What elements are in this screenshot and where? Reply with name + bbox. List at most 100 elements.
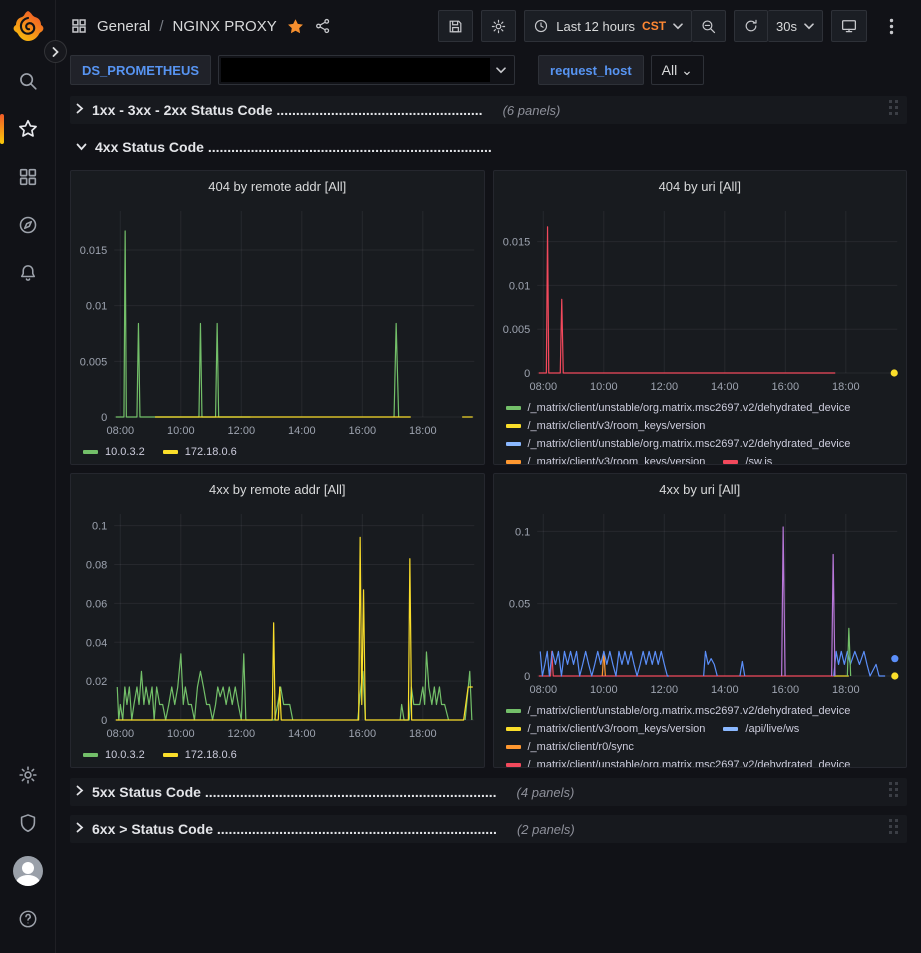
row-6xx[interactable]: 6xx > Status Code ......................… [70,815,907,843]
sidebar-item-alerting[interactable] [8,253,48,293]
legend-swatch [506,424,521,428]
svg-text:18:00: 18:00 [409,425,437,437]
refresh-button[interactable] [734,10,768,42]
chevron-right-icon [76,101,84,119]
svg-text:12:00: 12:00 [228,728,256,740]
legend-item[interactable]: /_matrix/client/unstable/org.matrix.msc2… [506,756,851,768]
panel-title[interactable]: 4xx by uri [All] [494,474,907,504]
save-dashboard-button[interactable] [438,10,473,42]
sidebar-item-starred[interactable] [8,109,48,149]
page-title[interactable]: NGINX PROXY [173,18,277,35]
legend-item[interactable]: /_matrix/client/unstable/org.matrix.msc2… [506,702,851,720]
timeseries-chart[interactable]: 00.020.040.060.080.108:0010:0012:0014:00… [71,504,484,744]
favorite-star-icon[interactable] [286,17,305,36]
row-drag-handle[interactable] [888,99,899,122]
legend-label: /_matrix/client/v3/room_keys/version [528,456,706,465]
sidebar-item-configuration[interactable] [8,755,48,795]
timeseries-chart[interactable]: 00.050.108:0010:0012:0014:0016:0018:00 [494,504,907,700]
svg-text:0.08: 0.08 [86,560,107,572]
legend-item[interactable]: 10.0.3.2 [83,443,145,461]
dashboard-settings-button[interactable] [481,10,516,42]
request-host-variable-select[interactable]: All ⌄ [651,55,704,85]
zoom-out-time-button[interactable] [692,10,726,42]
svg-text:08:00: 08:00 [529,684,557,696]
legend-item[interactable]: /_matrix/client/unstable/org.matrix.msc2… [506,435,851,453]
timeseries-chart[interactable]: 00.0050.010.01508:0010:0012:0014:0016:00… [71,201,484,441]
row-panel-count: (4 panels) [517,785,575,800]
legend-item[interactable]: /_matrix/client/v3/room_keys/version [506,417,706,435]
variables-bar: DS_PROMETHEUS request_host All ⌄ [56,52,921,88]
svg-text:0.02: 0.02 [86,676,107,688]
legend-item[interactable]: 172.18.0.6 [163,443,237,461]
legend-item[interactable]: /_matrix/client/v3/room_keys/version [506,720,706,738]
row-title: 1xx - 3xx - 2xx Status Code ............… [92,102,483,118]
chevron-down-icon [76,138,87,156]
panel-title[interactable]: 404 by remote addr [All] [71,171,484,201]
svg-text:0.01: 0.01 [86,301,107,313]
legend-item[interactable]: 172.18.0.6 [163,746,237,764]
search-icon [17,70,39,92]
refresh-interval-picker[interactable]: 30s [768,10,823,42]
request-host-variable-label[interactable]: request_host [538,55,644,85]
svg-text:0: 0 [101,715,107,727]
redacted-value [221,58,490,82]
gear-icon [490,18,507,35]
sidebar-item-server-admin[interactable] [8,803,48,843]
datasource-variable-label[interactable]: DS_PROMETHEUS [70,55,211,85]
legend-swatch [723,727,738,731]
svg-text:18:00: 18:00 [409,728,437,740]
row-drag-handle[interactable] [888,818,899,841]
panel-legend: 10.0.3.2 172.18.0.6 [71,744,484,764]
legend-label: /_matrix/client/v3/room_keys/version [528,723,706,735]
svg-text:16:00: 16:00 [771,684,799,696]
legend-item[interactable]: /sw.js [723,453,772,465]
breadcrumb-folder[interactable]: General [97,18,150,35]
svg-text:12:00: 12:00 [228,425,256,437]
svg-text:08:00: 08:00 [107,425,135,437]
legend-swatch [83,753,98,757]
legend-item[interactable]: /api/live/ws [723,720,799,738]
sidebar-item-explore[interactable] [8,205,48,245]
legend-item[interactable]: 10.0.3.2 [83,746,145,764]
legend-item[interactable]: /_matrix/client/v3/room_keys/version [506,453,706,465]
svg-text:12:00: 12:00 [650,381,678,393]
svg-text:12:00: 12:00 [650,684,678,696]
time-range-picker[interactable]: Last 12 hours CST [524,10,692,42]
sidebar [0,0,56,953]
more-options-button[interactable] [875,10,907,42]
clock-icon [533,18,549,34]
legend-swatch [506,442,521,446]
legend-item[interactable]: /_matrix/client/unstable/org.matrix.msc2… [506,399,851,417]
legend-label: 172.18.0.6 [185,749,237,761]
main-area: General / NGINX PROXY [56,0,921,953]
panel-title[interactable]: 404 by uri [All] [494,171,907,201]
row-5xx[interactable]: 5xx Status Code ........................… [70,778,907,806]
sidebar-item-help[interactable] [8,899,48,939]
cycle-view-mode-button[interactable] [831,10,867,42]
row-panel-count: (2 panels) [517,822,575,837]
panel-legend: /_matrix/client/unstable/org.matrix.msc2… [494,397,907,465]
row-drag-handle[interactable] [888,781,899,804]
svg-text:0.015: 0.015 [80,245,108,257]
svg-text:08:00: 08:00 [107,728,135,740]
row-panel-count: (6 panels) [503,103,561,118]
svg-text:10:00: 10:00 [590,684,618,696]
panel-title[interactable]: 4xx by remote addr [All] [71,474,484,504]
share-icon[interactable] [314,17,332,35]
timeseries-chart[interactable]: 00.0050.010.01508:0010:0012:0014:0016:00… [494,201,907,397]
legend-swatch [506,727,521,731]
time-range-label: Last 12 hours [556,19,635,34]
legend-swatch [506,709,521,713]
legend-item[interactable]: /_matrix/client/r0/sync [506,738,634,756]
apps-grid-icon [70,17,88,35]
svg-text:0: 0 [101,412,107,424]
sidebar-item-search[interactable] [8,61,48,101]
sidebar-item-profile[interactable] [8,851,48,891]
monitor-icon [840,17,858,35]
row-4xx[interactable]: 4xx Status Code ........................… [70,133,907,161]
sidebar-item-dashboards[interactable] [8,157,48,197]
datasource-variable-select[interactable] [218,55,515,85]
grafana-logo-icon[interactable] [11,9,45,43]
sidebar-expand-button[interactable] [44,40,67,63]
row-1xx-3xx-2xx[interactable]: 1xx - 3xx - 2xx Status Code ............… [70,96,907,124]
